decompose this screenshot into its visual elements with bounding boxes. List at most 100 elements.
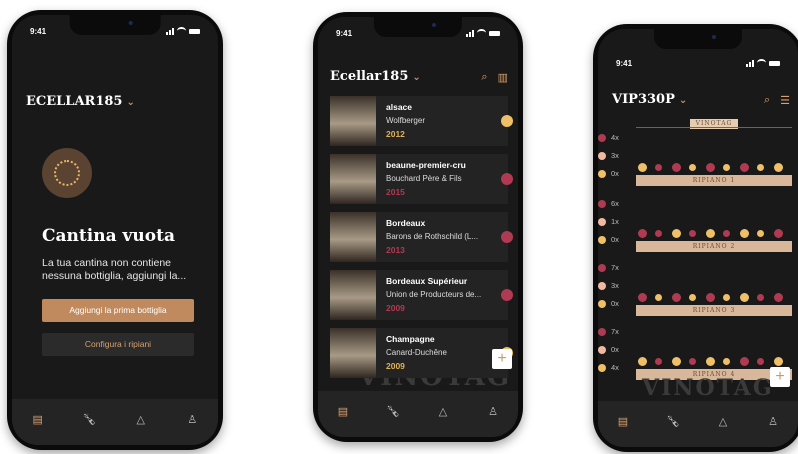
bottle-icon[interactable]: 🍾︎ [663,415,683,428]
bottle-slot[interactable] [655,164,662,171]
bottle-slot[interactable] [689,230,696,237]
add-first-bottle-button[interactable]: Aggiungi la prima bottiglia [42,299,194,322]
wine-year: 2015 [386,187,405,197]
bottle-slot[interactable] [706,357,715,366]
bottle-slot[interactable] [638,293,647,302]
wine-row[interactable]: alsace Wolfberger 2012 [330,96,513,146]
wine-type-dot [598,327,606,336]
bottle-slot[interactable] [689,358,696,365]
bottle-slot[interactable] [774,163,783,172]
bottle-slot[interactable] [757,358,764,365]
battery-icon [189,28,200,34]
cellar-selector[interactable]: VIP330P ⌄ [612,92,687,107]
signal-icon [746,59,754,67]
bottle-slot[interactable] [672,357,681,366]
phone-empty-cellar: 9:41 ECELLAR185 ⌄ Cantina vuota La tua ca… [7,10,223,450]
status-time: 9:41 [616,58,633,68]
bottle-slot[interactable] [638,163,647,172]
configure-shelves-button[interactable]: Configura i ripiani [42,333,194,356]
bottle-slot[interactable] [774,229,783,238]
wine-row[interactable]: Bordeaux Barons de Rothschild (L... 2013 [330,212,513,262]
cellar-icon[interactable]: ▥ [498,71,508,84]
bottle-icon[interactable]: 🍾︎ [383,405,403,418]
cellar-icon[interactable]: ▤ [333,405,353,418]
bottle-slot[interactable] [638,229,647,238]
bottle-slot[interactable] [740,163,749,172]
bottle-slot[interactable] [723,164,730,171]
list-icon[interactable]: ☰ [780,94,790,107]
bottle-slot[interactable] [740,357,749,366]
wine-type-dot [598,217,606,226]
bottle-slot[interactable] [706,229,715,238]
watermark: VINOTAG [642,375,774,401]
cellar-name: ECELLAR185 [26,94,123,109]
bottle-slot[interactable] [740,293,749,302]
header-actions: ⌕ ▥ [481,71,508,84]
wine-row[interactable]: beaune-premier-cru Bouchard Père & Fils … [330,154,513,204]
wine-type-count-label: 7x [611,263,619,272]
wine-region: Champagne [386,334,435,344]
bottle-slot[interactable] [723,294,730,301]
wine-type-dot [598,199,606,208]
add-bottle-button[interactable]: + [770,367,790,387]
search-icon[interactable]: ⌕ [764,94,770,107]
bottle-slot[interactable] [655,230,662,237]
tab-bar: ▤ 🍾︎ △ ♙ [12,399,218,445]
bottle-slot[interactable] [757,230,764,237]
bottle-slot[interactable] [774,293,783,302]
wine-type-count-label: 4x [611,133,619,142]
cellar-top-line [636,127,792,128]
bottle-slot[interactable] [740,229,749,238]
bottle-slot[interactable] [672,163,681,172]
bell-icon[interactable]: △ [433,405,453,418]
wine-type-count-label: 0x [611,235,619,244]
bottle-slot[interactable] [757,164,764,171]
wifi-icon [757,59,766,67]
bell-icon[interactable]: △ [713,415,733,428]
search-icon[interactable]: ⌕ [481,71,487,84]
wine-type-count: 7x [598,263,619,272]
bottle-slot[interactable] [672,229,681,238]
wine-type-count-label: 3x [611,151,619,160]
user-icon[interactable]: ♙ [483,405,503,418]
wine-type-count: 7x [598,327,619,336]
bottle-slot[interactable] [672,293,681,302]
bell-icon[interactable]: △ [131,413,151,426]
shelf-label[interactable]: RIPIANO 2 [636,241,792,252]
wine-year: 2009 [386,361,405,371]
notch [654,29,742,49]
signal-icon [466,29,474,37]
header-actions: ⌕ ☰ [764,94,790,107]
battery-icon [489,30,500,36]
wine-row[interactable]: Bordeaux Supérieur Union de Producteurs … [330,270,513,320]
add-bottle-button[interactable]: + [492,349,512,369]
bottle-slot[interactable] [706,163,715,172]
user-icon[interactable]: ♙ [182,413,202,426]
bottle-slot[interactable] [723,230,730,237]
wine-region: beaune-premier-cru [386,160,466,170]
shelf-label[interactable]: RIPIANO 1 [636,175,792,186]
cellar-icon[interactable]: ▤ [28,413,48,426]
wine-row[interactable]: Champagne Canard-Duchêne 2009 [330,328,513,378]
bottle-slot[interactable] [774,357,783,366]
bottle-slot[interactable] [655,358,662,365]
bottle-slot[interactable] [638,357,647,366]
cellar-selector[interactable]: Ecellar185 ⌄ [330,69,421,84]
chevron-down-icon: ⌄ [126,97,135,108]
user-icon[interactable]: ♙ [763,415,783,428]
wifi-icon [177,27,186,35]
cellar-icon[interactable]: ▤ [613,415,633,428]
cellar-selector[interactable]: ECELLAR185 ⌄ [26,94,135,109]
wine-year: 2012 [386,129,405,139]
bottle-slot[interactable] [723,358,730,365]
bottle-slot[interactable] [655,294,662,301]
shelf-label[interactable]: RIPIANO 3 [636,305,792,316]
wine-producer: Wolfberger [386,116,425,125]
bottle-slot[interactable] [706,293,715,302]
bottle-icon[interactable]: 🍾︎ [79,413,99,426]
wine-producer: Union de Producteurs de... [386,290,482,299]
bottle-slot[interactable] [757,294,764,301]
bottle-slot[interactable] [689,164,696,171]
bottle-slot[interactable] [689,294,696,301]
screen: 9:41 Ecellar185⌄ ⌕ ▥ VINOTAG alsace Wolf… [318,17,518,437]
